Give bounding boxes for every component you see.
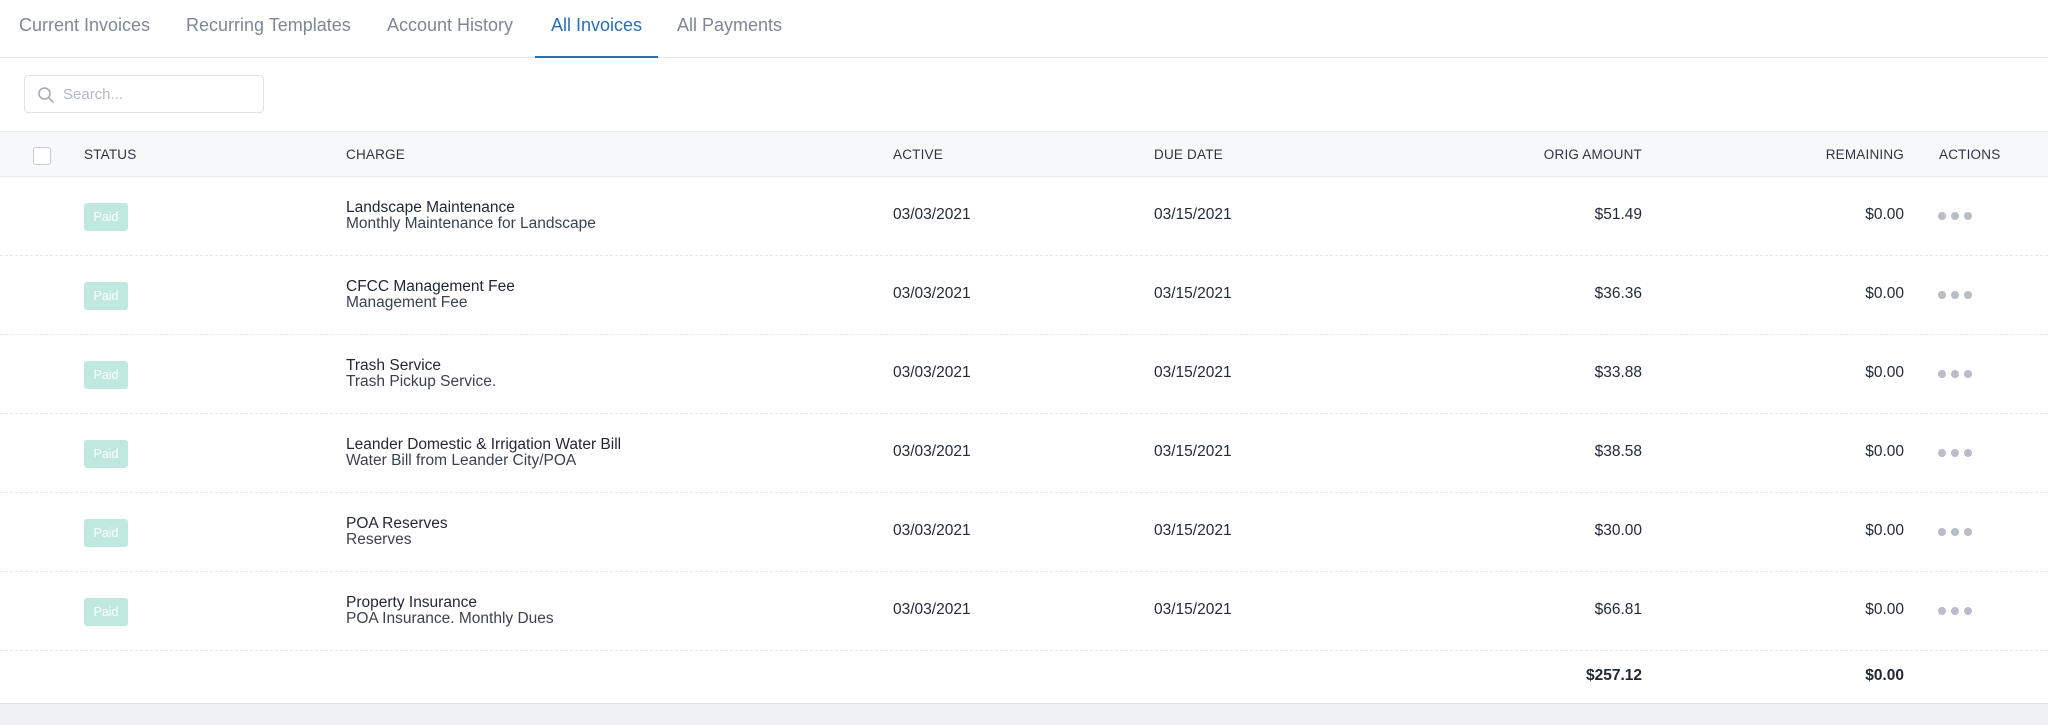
tab-current-invoices[interactable]: Current Invoices — [19, 0, 150, 58]
header-orig-amount[interactable]: ORIG AMOUNT — [1442, 132, 1642, 178]
remaining-amount: $0.00 — [1865, 364, 1904, 381]
total-orig-amount: $257.12 — [1585, 667, 1642, 684]
due-date: 03/15/2021 — [1154, 206, 1232, 223]
status-badge: Paid — [84, 203, 128, 231]
select-all-checkbox[interactable] — [33, 147, 51, 165]
tab-all-payments[interactable]: All Payments — [677, 0, 782, 58]
table-row: Paid Leander Domestic & Irrigation Water… — [0, 414, 2048, 493]
charge-description: Management Fee — [346, 294, 468, 311]
active-date: 03/03/2021 — [893, 522, 971, 539]
table-row: Paid CFCC Management Fee Management Fee … — [0, 256, 2048, 335]
orig-amount: $38.58 — [1594, 443, 1642, 460]
charge-description: Reserves — [346, 531, 412, 548]
tab-bar: Current Invoices Recurring Templates Acc… — [0, 0, 2048, 58]
due-date: 03/15/2021 — [1154, 522, 1232, 539]
orig-amount: $66.81 — [1594, 601, 1642, 618]
header-remaining[interactable]: REMAINING — [1704, 132, 1904, 178]
due-date: 03/15/2021 — [1154, 285, 1232, 302]
total-remaining: $0.00 — [1865, 667, 1904, 684]
remaining-amount: $0.00 — [1865, 522, 1904, 539]
more-actions-icon[interactable] — [1938, 207, 1972, 225]
charge-description: POA Insurance. Monthly Dues — [346, 610, 554, 627]
status-badge: Paid — [84, 440, 128, 468]
table-row: Paid Landscape Maintenance Monthly Maint… — [0, 177, 2048, 256]
status-badge: Paid — [84, 519, 128, 547]
footer-bar — [0, 703, 2048, 725]
active-date: 03/03/2021 — [893, 443, 971, 460]
header-active[interactable]: ACTIVE — [893, 132, 943, 178]
orig-amount: $36.36 — [1594, 285, 1642, 302]
header-due-date[interactable]: DUE DATE — [1154, 132, 1223, 178]
orig-amount: $33.88 — [1594, 364, 1642, 381]
active-date: 03/03/2021 — [893, 206, 971, 223]
charge-description: Water Bill from Leander City/POA — [346, 452, 577, 469]
search-input[interactable] — [63, 76, 258, 112]
charge-description: Trash Pickup Service. — [346, 373, 497, 390]
tab-account-history[interactable]: Account History — [387, 0, 513, 58]
header-status[interactable]: STATUS — [84, 132, 136, 178]
charge-description: Monthly Maintenance for Landscape — [346, 215, 596, 232]
search-box — [24, 75, 264, 113]
status-badge: Paid — [84, 598, 128, 626]
remaining-amount: $0.00 — [1865, 206, 1904, 223]
due-date: 03/15/2021 — [1154, 601, 1232, 618]
header-actions: ACTIONS — [1939, 147, 2001, 162]
table-row: Paid Trash Service Trash Pickup Service.… — [0, 335, 2048, 414]
orig-amount: $30.00 — [1594, 522, 1642, 539]
tab-recurring-templates[interactable]: Recurring Templates — [186, 0, 351, 58]
search-icon — [37, 86, 55, 104]
remaining-amount: $0.00 — [1865, 285, 1904, 302]
active-date: 03/03/2021 — [893, 601, 971, 618]
due-date: 03/15/2021 — [1154, 364, 1232, 381]
orig-amount: $51.49 — [1594, 206, 1642, 223]
status-badge: Paid — [84, 361, 128, 389]
tab-all-invoices[interactable]: All Invoices — [535, 0, 659, 58]
table-row: Paid Property Insurance POA Insurance. M… — [0, 572, 2048, 651]
more-actions-icon[interactable] — [1938, 602, 1972, 620]
header-charge[interactable]: CHARGE — [346, 132, 405, 178]
more-actions-icon[interactable] — [1938, 444, 1972, 462]
table-header: STATUS CHARGE ACTIVE DUE DATE ORIG AMOUN… — [0, 131, 2048, 177]
totals-row: $257.12 $0.00 — [0, 651, 2048, 703]
more-actions-icon[interactable] — [1938, 523, 1972, 541]
remaining-amount: $0.00 — [1865, 601, 1904, 618]
more-actions-icon[interactable] — [1938, 365, 1972, 383]
due-date: 03/15/2021 — [1154, 443, 1232, 460]
more-actions-icon[interactable] — [1938, 286, 1972, 304]
table-row: Paid POA Reserves Reserves 03/03/2021 03… — [0, 493, 2048, 572]
active-date: 03/03/2021 — [893, 364, 971, 381]
active-date: 03/03/2021 — [893, 285, 971, 302]
status-badge: Paid — [84, 282, 128, 310]
remaining-amount: $0.00 — [1865, 443, 1904, 460]
